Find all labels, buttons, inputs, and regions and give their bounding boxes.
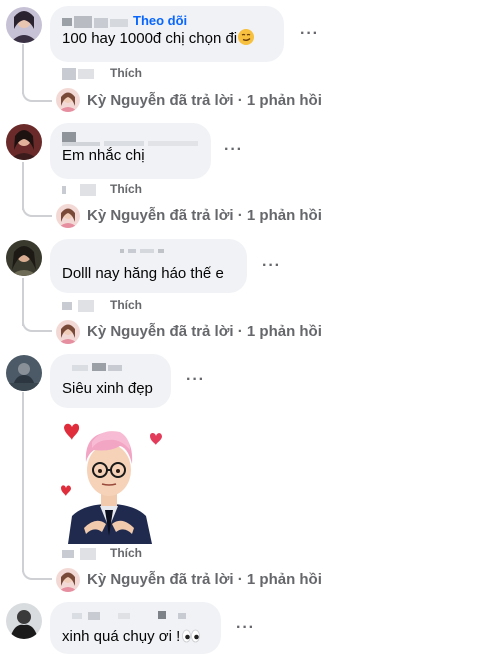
thread-line <box>22 44 24 94</box>
follow-link[interactable]: Theo dõi <box>133 13 187 28</box>
replier-avatar[interactable] <box>56 568 80 592</box>
like-button[interactable]: Thích <box>110 298 142 312</box>
more-options-icon[interactable]: ··· <box>262 258 281 274</box>
reply-separator: · <box>237 92 243 109</box>
more-options-icon[interactable]: ··· <box>300 26 319 42</box>
blurred-name <box>72 362 122 371</box>
comment-bubble: Em nhắc chị <box>50 123 211 179</box>
commenter-avatar[interactable] <box>6 124 42 160</box>
reply-connector <box>22 318 52 332</box>
reply-connector <box>22 566 52 580</box>
comment-text: Em nhắc chị <box>62 147 145 164</box>
blurred-name <box>120 248 164 253</box>
more-options-icon[interactable]: ··· <box>186 372 205 388</box>
comment-text: 100 hay 1000đ chị chọn đi <box>62 30 238 47</box>
comment-text: Dolll nay hăng háo thế e <box>62 265 224 282</box>
replier-avatar[interactable] <box>56 88 80 112</box>
comment-author[interactable] <box>62 246 235 258</box>
comment-bubble: xinh quá chụy ơi ! <box>50 602 221 654</box>
view-replies-link[interactable]: Kỳ Nguyễn đã trả lời · 1 phản hồi <box>87 322 322 342</box>
eyes-emoji-icon <box>182 629 201 649</box>
comment-bubble: Dolll nay hăng háo thế e <box>50 239 247 293</box>
commenter-avatar[interactable] <box>6 240 42 276</box>
comment-meta: Thích <box>62 545 142 561</box>
view-replies-link[interactable]: Kỳ Nguyễn đã trả lời · 1 phản hồi <box>87 206 322 226</box>
view-replies-link[interactable]: Kỳ Nguyễn đã trả lời · 1 phản hồi <box>87 570 322 590</box>
replier-avatar[interactable] <box>56 204 80 228</box>
blurred-name <box>72 610 186 620</box>
reply-action: đã trả lời <box>169 92 234 109</box>
reply-author: Kỳ Nguyễn <box>87 207 166 224</box>
comment-meta: Thích <box>62 65 142 81</box>
comment-bubble: Siêu xinh đẹp <box>50 354 171 408</box>
reply-count: 1 phản hồi <box>246 92 322 109</box>
reply-connector <box>22 203 52 217</box>
blurred-timestamp <box>62 67 94 80</box>
more-options-icon[interactable]: ··· <box>236 620 255 636</box>
avatar-sticker-image[interactable] <box>54 420 164 544</box>
comment-author[interactable] <box>62 130 199 146</box>
reply-action: đã trả lời <box>169 571 234 588</box>
thread-line <box>22 392 24 572</box>
commenter-avatar[interactable] <box>6 7 42 43</box>
reply-author: Kỳ Nguyễn <box>87 92 166 109</box>
like-button[interactable]: Thích <box>110 182 142 196</box>
blurred-timestamp <box>62 183 96 196</box>
commenter-avatar[interactable] <box>6 603 42 639</box>
reply-action: đã trả lời <box>169 207 234 224</box>
blurred-name <box>62 15 128 28</box>
comment-text: xinh quá chụy ơi ! <box>62 628 181 645</box>
replier-avatar[interactable] <box>56 320 80 344</box>
reply-count: 1 phản hồi <box>246 207 322 224</box>
comment-author[interactable]: Theo dõi <box>62 13 272 29</box>
reply-count: 1 phản hồi <box>246 323 322 340</box>
reply-count: 1 phản hồi <box>246 571 322 588</box>
reply-separator: · <box>237 571 243 588</box>
reply-author: Kỳ Nguyễn <box>87 323 166 340</box>
blurred-timestamp <box>62 299 94 312</box>
comment-author[interactable] <box>62 361 159 373</box>
like-button[interactable]: Thích <box>110 546 142 560</box>
comment-meta: Thích <box>62 297 142 313</box>
commenter-avatar[interactable] <box>6 355 42 391</box>
blurred-name <box>62 131 198 146</box>
reply-author: Kỳ Nguyễn <box>87 571 166 588</box>
comment-meta: Thích <box>62 181 142 197</box>
reply-connector <box>22 88 52 102</box>
comment-bubble: Theo dõi 100 hay 1000đ chị chọn đi <box>50 6 284 62</box>
reply-action: đã trả lời <box>169 323 234 340</box>
view-replies-link[interactable]: Kỳ Nguyễn đã trả lời · 1 phản hồi <box>87 91 322 111</box>
like-button[interactable]: Thích <box>110 66 142 80</box>
comment-text: Siêu xinh đẹp <box>62 380 153 397</box>
reply-separator: · <box>237 323 243 340</box>
comment-author[interactable] <box>62 609 209 621</box>
reply-separator: · <box>237 207 243 224</box>
blurred-timestamp <box>62 547 96 560</box>
smirk-face-emoji-icon <box>238 29 255 45</box>
more-options-icon[interactable]: ··· <box>224 142 243 158</box>
